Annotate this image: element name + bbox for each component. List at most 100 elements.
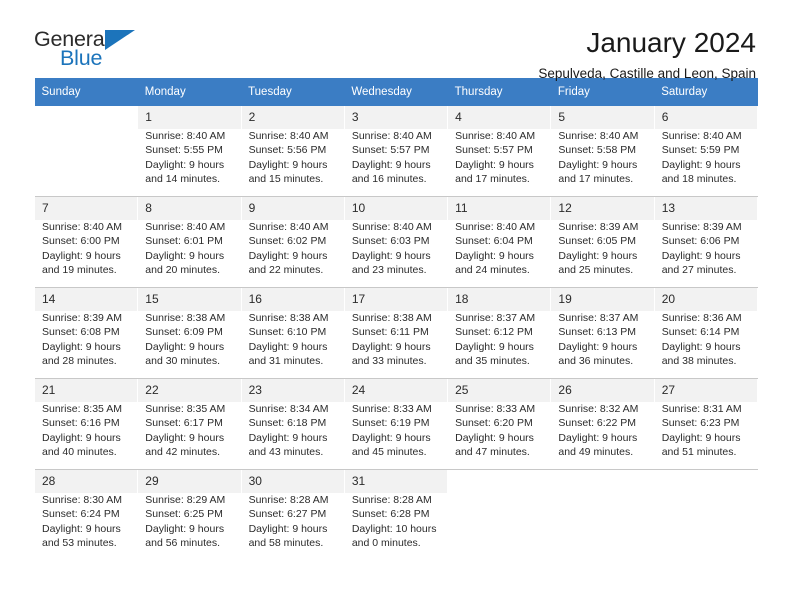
daylight-duration-line1: Daylight: 9 hours [558,249,638,262]
day-number-strip: 9 [241,197,344,220]
day-cell-inner: 8 Sunrise: 8:40 AM Sunset: 6:01 PM Daylight… [138,197,241,287]
calendar-day-cell[interactable]: 23 Sunrise: 8:34 AM Sunset: 6:18 PM Dayligh… [240,379,345,469]
sunrise-time: Sunrise: 8:40 AM [248,221,329,233]
day-cell-inner: 23 Sunrise: 8:34 AM Sunset: 6:18 PM Dayligh… [241,379,344,469]
sunset-time: Sunset: 6:08 PM [42,326,120,339]
daylight-duration-line2: and 28 minutes. [42,355,117,368]
daylight-duration-line1: Daylight: 9 hours [351,340,431,353]
calendar-day-cell[interactable]: 13 Sunrise: 8:39 AM Sunset: 6:06 PM Dayligh… [653,197,759,287]
calendar-day-cell[interactable]: 31 Sunrise: 8:28 AM Sunset: 6:28 PM Dayligh… [343,470,449,560]
sunset-time: Sunset: 6:05 PM [558,235,637,248]
calendar-day-cell[interactable]: 18 Sunrise: 8:37 AM Sunset: 6:12 PM Dayligh… [447,288,552,378]
day-cell-inner: 21 Sunrise: 8:35 AM Sunset: 6:16 PM Dayligh… [35,379,138,469]
day-number-strip: 27 [654,379,757,402]
sunset-time: Sunset: 6:20 PM [455,417,533,430]
day-number-strip: 17 [344,288,448,311]
calendar-week-row: 14 Sunrise: 8:39 AM Sunset: 6:08 PM Dayligh… [33,288,759,378]
day-number-strip: 21 [35,379,138,402]
calendar-day-cell[interactable]: 30 Sunrise: 8:28 AM Sunset: 6:27 PM Dayligh… [240,470,345,560]
day-sun-info: Sunrise: 8:28 AM Sunset: 6:27 PM Daylight:… [249,493,338,551]
calendar-week-row: 21 Sunrise: 8:35 AM Sunset: 6:16 PM Dayligh… [33,379,759,469]
calendar-day-cell[interactable]: 29 Sunrise: 8:29 AM Sunset: 6:25 PM Dayligh… [137,470,242,560]
day-number: 11 [455,201,468,215]
calendar-day-cell[interactable]: 11 Sunrise: 8:40 AM Sunset: 6:04 PM Dayligh… [447,197,552,287]
calendar-week-row: 28 Sunrise: 8:30 AM Sunset: 6:24 PM Dayligh… [33,470,759,560]
day-sun-info: Sunrise: 8:38 AM Sunset: 6:11 PM Daylight:… [352,311,441,369]
weekday-header-monday: Monday [137,78,242,106]
day-sun-info: Sunrise: 8:33 AM Sunset: 6:19 PM Daylight:… [352,402,441,460]
calendar-day-cell[interactable]: 1 Sunrise: 8:40 AM Sunset: 5:55 PM Daylight… [137,106,242,196]
calendar-day-cell[interactable]: 6 Sunrise: 8:40 AM Sunset: 5:59 PM Daylight… [653,106,759,196]
daylight-duration-line1: Daylight: 9 hours [248,340,328,353]
day-number-strip: 15 [138,288,241,311]
day-number: 18 [455,292,469,306]
sunset-time: Sunset: 6:17 PM [145,417,223,430]
day-number-strip: 25 [448,379,551,402]
daylight-duration-line1: Daylight: 9 hours [145,522,225,535]
day-cell-inner: 10 Sunrise: 8:40 AM Sunset: 6:03 PM Dayligh… [344,197,448,287]
sunset-time: Sunset: 6:13 PM [558,326,637,339]
sunrise-time: Sunrise: 8:35 AM [42,403,122,415]
calendar-day-cell[interactable]: 14 Sunrise: 8:39 AM Sunset: 6:08 PM Dayligh… [33,288,139,378]
calendar-day-cell[interactable]: 15 Sunrise: 8:38 AM Sunset: 6:09 PM Dayligh… [137,288,242,378]
daylight-duration-line2: and 35 minutes. [455,355,530,368]
calendar-day-cell[interactable]: 8 Sunrise: 8:40 AM Sunset: 6:01 PM Daylight… [137,197,242,287]
sunset-time: Sunset: 5:57 PM [455,144,533,157]
daylight-duration-line2: and 31 minutes. [248,355,324,368]
daylight-duration-line2: and 17 minutes. [455,173,530,186]
calendar-day-cell[interactable]: 24 Sunrise: 8:33 AM Sunset: 6:19 PM Dayligh… [343,379,449,469]
calendar-day-cell[interactable]: 28 Sunrise: 8:30 AM Sunset: 6:24 PM Dayligh… [33,470,139,560]
sunset-time: Sunset: 6:24 PM [42,508,120,521]
sunset-time: Sunset: 5:59 PM [661,144,740,157]
day-number: 6 [661,110,669,124]
sunrise-time: Sunrise: 8:30 AM [42,494,122,506]
weekday-header-wednesday: Wednesday [344,78,448,106]
day-number: 10 [351,201,366,215]
day-sun-info: Sunrise: 8:31 AM Sunset: 6:23 PM Daylight:… [662,402,751,460]
day-sun-info: Sunrise: 8:39 AM Sunset: 6:08 PM Daylight:… [42,311,131,369]
calendar-day-cell[interactable]: 2 Sunrise: 8:40 AM Sunset: 5:56 PM Daylight… [240,106,345,196]
calendar-day-cell[interactable]: 19 Sunrise: 8:37 AM Sunset: 6:13 PM Dayligh… [550,288,655,378]
calendar-day-cell[interactable]: 9 Sunrise: 8:40 AM Sunset: 6:02 PM Daylight… [240,197,345,287]
general-blue-logo[interactable]: General Blue [34,26,146,72]
day-number: 23 [248,383,262,397]
sunrise-time: Sunrise: 8:38 AM [145,312,226,324]
weekday-header-sunday: Sunday [34,78,138,106]
calendar-day-cell[interactable]: 4 Sunrise: 8:40 AM Sunset: 5:57 PM Daylight… [447,106,552,196]
daylight-duration-line2: and 18 minutes. [661,173,737,186]
calendar-day-cell[interactable]: 3 Sunrise: 8:40 AM Sunset: 5:57 PM Daylight… [343,106,449,196]
day-cell-inner: 18 Sunrise: 8:37 AM Sunset: 6:12 PM Dayligh… [448,288,551,378]
day-cell-inner: 31 Sunrise: 8:28 AM Sunset: 6:28 PM Dayligh… [344,470,448,560]
calendar-day-cell[interactable]: 25 Sunrise: 8:33 AM Sunset: 6:20 PM Dayligh… [447,379,552,469]
calendar-day-cell[interactable]: 22 Sunrise: 8:35 AM Sunset: 6:17 PM Dayligh… [137,379,242,469]
calendar-day-cell[interactable]: 26 Sunrise: 8:32 AM Sunset: 6:22 PM Dayligh… [550,379,655,469]
calendar-day-cell[interactable]: 21 Sunrise: 8:35 AM Sunset: 6:16 PM Dayligh… [33,379,139,469]
calendar-day-cell[interactable]: 7 Sunrise: 8:40 AM Sunset: 6:00 PM Daylight… [33,197,139,287]
calendar-day-cell[interactable]: 20 Sunrise: 8:36 AM Sunset: 6:14 PM Dayligh… [653,288,759,378]
calendar-day-cell[interactable]: 10 Sunrise: 8:40 AM Sunset: 6:03 PM Dayligh… [343,197,449,287]
daylight-duration-line2: and 15 minutes. [248,173,324,186]
day-cell-inner: 15 Sunrise: 8:38 AM Sunset: 6:09 PM Dayligh… [138,288,241,378]
calendar-day-cell[interactable]: 17 Sunrise: 8:38 AM Sunset: 6:11 PM Dayligh… [343,288,449,378]
day-sun-info: Sunrise: 8:39 AM Sunset: 6:05 PM Daylight:… [558,220,647,278]
calendar-day-cell[interactable]: 5 Sunrise: 8:40 AM Sunset: 5:58 PM Daylight… [550,106,655,196]
sunrise-time: Sunrise: 8:40 AM [558,130,639,142]
daylight-duration-line1: Daylight: 9 hours [455,249,534,262]
calendar-day-cell[interactable]: 12 Sunrise: 8:39 AM Sunset: 6:05 PM Dayligh… [550,197,655,287]
daylight-duration-line2: and 45 minutes. [351,446,427,459]
day-sun-info: Sunrise: 8:35 AM Sunset: 6:16 PM Daylight:… [42,402,131,460]
day-number: 26 [558,383,572,397]
day-number-strip: 28 [35,470,138,493]
sunset-time: Sunset: 6:27 PM [248,508,327,521]
day-number-strip: 26 [551,379,654,402]
calendar-day-cell[interactable]: 27 Sunrise: 8:31 AM Sunset: 6:23 PM Dayligh… [653,379,759,469]
day-cell-inner: 30 Sunrise: 8:28 AM Sunset: 6:27 PM Dayligh… [241,470,344,560]
daylight-duration-line2: and 33 minutes. [351,355,427,368]
daylight-duration-line1: Daylight: 9 hours [558,340,638,353]
sunrise-time: Sunrise: 8:39 AM [558,221,639,233]
sunset-time: Sunset: 6:09 PM [145,326,223,339]
sunrise-time: Sunrise: 8:39 AM [42,312,122,324]
daylight-duration-line1: Daylight: 9 hours [455,158,534,171]
day-sun-info: Sunrise: 8:30 AM Sunset: 6:24 PM Daylight:… [42,493,131,551]
calendar-day-cell[interactable]: 16 Sunrise: 8:38 AM Sunset: 6:10 PM Dayligh… [240,288,345,378]
